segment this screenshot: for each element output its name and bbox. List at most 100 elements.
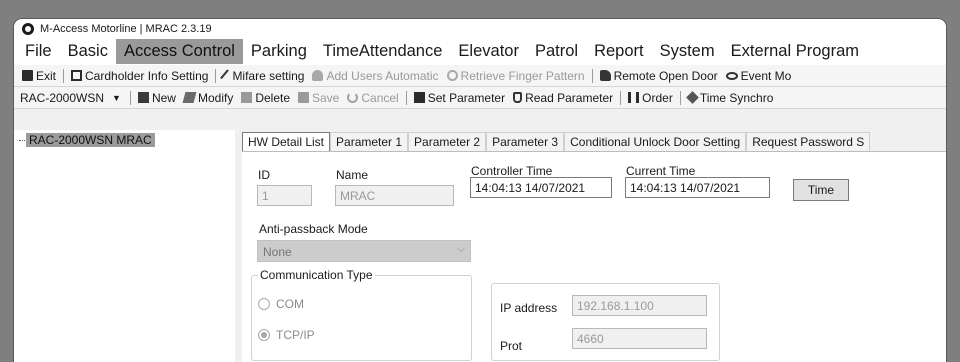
antipassback-select[interactable]: None ⌵ [257,240,471,262]
toolbar-separator [405,90,407,105]
cardholder-label: Cardholder Info Setting [85,68,209,83]
menu-file[interactable]: File [17,39,60,64]
cardholder-icon [71,70,83,81]
exit-label: Exit [36,68,57,83]
tab-parameter-1[interactable]: Parameter 1 [330,132,409,151]
save-label: Save [312,90,340,105]
toolbar-separator [215,68,217,83]
current-time-label: Current Time [626,164,696,178]
menu-report[interactable]: Report [586,39,652,64]
device-tree: RAC-2000WSN MRAC [14,130,235,362]
new-icon [137,92,149,103]
communication-type-group: Communication Type COM TCP/IP [251,268,472,361]
name-label: Name [336,168,369,182]
cardholder-info-button[interactable]: Cardholder Info Setting [67,69,212,83]
door-icon [599,70,611,81]
toolbar-separator [591,68,593,83]
tab-hw-detail-list[interactable]: HW Detail List [242,132,331,151]
window-title: M-Access Motorline | MRAC 2.3.19 [40,22,212,35]
mifare-setting-button[interactable]: Mifare setting [219,69,308,83]
delete-icon [241,92,253,103]
app-icon [22,22,34,35]
main-toolbar: Exit Cardholder Info Setting Mifare sett… [14,65,946,87]
port-field[interactable]: 4660 [572,328,707,349]
order-label: Order [642,90,673,105]
remote-open-door-button[interactable]: Remote Open Door [596,69,722,83]
menu-bar: File Basic Access Control Parking TimeAt… [14,38,946,65]
menu-access-control[interactable]: Access Control [115,39,243,64]
order-icon [628,92,640,103]
menu-external-program[interactable]: External Program [723,39,867,64]
set-parameter-icon [413,92,425,103]
antipassback-label: Anti-passback Mode [259,222,368,236]
port-label: Prot [500,339,523,353]
exit-icon [22,70,33,81]
time-sync-icon [685,91,699,104]
set-parameter-button[interactable]: Set Parameter [410,91,509,105]
modify-icon [182,92,197,103]
network-group: IP address 192.168.1.100 Prot 4660 [491,283,720,361]
radio-icon [258,298,270,310]
menu-system[interactable]: System [652,39,723,64]
add-users-label: Add Users Automatic [326,68,439,83]
retrieve-finger-label: Retrieve Finger Pattern [460,68,585,83]
fingerprint-icon [446,70,458,81]
current-time-field[interactable]: 14:04:13 14/07/2021 [625,177,770,198]
ip-address-label: IP address [500,301,558,315]
users-icon [312,70,324,81]
chevron-down-icon: ▼ [112,92,121,103]
remote-open-label: Remote Open Door [613,68,718,83]
add-users-automatic-button[interactable]: Add Users Automatic [308,69,442,83]
save-icon [298,92,309,103]
radio-checked-icon [258,329,270,341]
menu-patrol[interactable]: Patrol [527,39,586,64]
tab-conditional-unlock-door-setting[interactable]: Conditional Unlock Door Setting [564,132,747,151]
tab-request-password[interactable]: Request Password S [746,132,871,151]
tree-node-device[interactable]: RAC-2000WSN MRAC [26,133,155,147]
menu-timeattendance[interactable]: TimeAttendance [315,39,451,64]
controller-time-label: Controller Time [471,164,553,178]
tab-parameter-3[interactable]: Parameter 3 [486,132,565,151]
communication-type-label: Communication Type [258,268,375,282]
com-radio[interactable]: COM [258,297,304,311]
controller-time-field[interactable]: 14:04:13 14/07/2021 [470,177,612,198]
mifare-label: Mifare setting [232,68,305,83]
read-parameter-label: Read Parameter [525,90,614,105]
device-select[interactable]: RAC-2000WSN ▼ [18,91,127,105]
delete-button[interactable]: Delete [237,91,294,105]
chevron-down-icon: ⌵ [457,244,465,255]
tree-row[interactable]: RAC-2000WSN MRAC [14,132,235,148]
order-button[interactable]: Order [624,91,677,105]
menu-basic[interactable]: Basic [60,39,116,64]
id-label: ID [258,168,270,182]
read-parameter-button[interactable]: Read Parameter [509,91,617,105]
save-button[interactable]: Save [294,91,343,105]
time-sync-button[interactable]: Time Synchro [684,91,778,105]
menu-elevator[interactable]: Elevator [450,39,527,64]
title-bar: M-Access Motorline | MRAC 2.3.19 [14,19,946,38]
modify-button[interactable]: Modify [180,91,237,105]
hourglass-icon [513,92,523,103]
modify-label: Modify [197,90,234,105]
new-button[interactable]: New [134,91,180,105]
name-field[interactable]: MRAC [335,185,454,206]
id-field[interactable]: 1 [257,185,312,206]
toolbar-separator [620,90,622,105]
ip-address-field[interactable]: 192.168.1.100 [572,295,707,316]
tcpip-radio[interactable]: TCP/IP [258,328,315,342]
new-label: New [151,90,176,105]
cancel-button[interactable]: Cancel [343,91,402,105]
cancel-icon [347,92,359,103]
menu-parking[interactable]: Parking [243,39,315,64]
tab-parameter-2[interactable]: Parameter 2 [408,132,487,151]
app-window: M-Access Motorline | MRAC 2.3.19 File Ba… [13,18,947,362]
time-sync-label: Time Synchro [699,90,774,105]
event-monitor-label: Event Mo [740,68,792,83]
retrieve-finger-pattern-button[interactable]: Retrieve Finger Pattern [443,69,589,83]
event-monitor-button[interactable]: Event Mo [722,69,796,83]
time-button[interactable]: Time [793,179,849,201]
toolbar-separator [129,90,131,105]
set-parameter-label: Set Parameter [427,90,506,105]
exit-button[interactable]: Exit [18,69,60,83]
tree-connector [19,139,25,141]
